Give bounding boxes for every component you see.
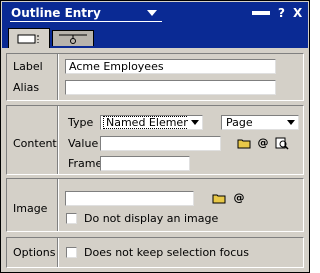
type-selected-value: Named Element [103, 116, 198, 129]
no-image-checkbox[interactable] [66, 213, 77, 224]
help-button[interactable]: ? [278, 6, 285, 20]
target-picker-button[interactable] [274, 135, 290, 151]
titlebar[interactable]: Outline Entry ? X [2, 2, 308, 24]
title-underline [10, 21, 162, 22]
panel-divider-highlight [58, 238, 59, 267]
subtype-selected-value: Page [226, 116, 253, 129]
image-input[interactable] [65, 191, 194, 206]
tab-bar [2, 24, 308, 48]
target-picker-icon [275, 137, 289, 150]
chevron-down-icon[interactable] [284, 116, 298, 129]
value-input[interactable] [100, 136, 221, 151]
label-caption: Label [13, 60, 43, 73]
label-input[interactable]: Acme Employees [65, 59, 276, 74]
title-dropdown-icon[interactable] [147, 10, 157, 16]
close-button[interactable]: X [293, 6, 302, 20]
image-caption: Image [13, 202, 48, 215]
options-panel: Options Does not keep selection focus [6, 237, 304, 268]
tab-basics[interactable] [8, 28, 50, 48]
value-caption: Value [68, 137, 99, 150]
panel-divider-highlight [58, 54, 59, 100]
no-image-label: Do not display an image [84, 212, 219, 225]
type-select[interactable]: Named Element [100, 115, 203, 130]
folder-icon [237, 139, 251, 149]
options-caption: Options [13, 246, 56, 259]
subtype-select[interactable]: Page [221, 115, 299, 130]
browse-image-button[interactable] [211, 190, 227, 206]
keep-focus-label: Does not keep selection focus [84, 246, 249, 259]
image-panel: Image @ Do not display an image [6, 178, 304, 232]
image-at-button[interactable]: @ [231, 190, 247, 206]
panel-divider-highlight [58, 106, 59, 174]
dialog-title: Outline Entry [11, 6, 101, 20]
content-panel: Content Type Named Element Page Value @ … [6, 105, 304, 175]
outline-entry-dialog: Outline Entry ? X Label Acme Employees A… [0, 0, 310, 273]
browse-folder-button[interactable] [236, 135, 252, 151]
tab-advanced[interactable] [52, 30, 94, 46]
type-caption: Type [68, 116, 94, 129]
alias-input[interactable] [65, 80, 276, 95]
keep-focus-checkbox[interactable] [66, 247, 77, 258]
outline-entry-basics-icon [17, 34, 39, 44]
frame-caption: Frame [68, 157, 103, 170]
panel-divider-highlight [58, 179, 59, 231]
minimize-bar-icon[interactable] [252, 11, 270, 15]
content-caption: Content [13, 137, 57, 150]
pushpin-icon [59, 34, 87, 44]
chevron-down-icon[interactable] [188, 116, 202, 129]
frame-input[interactable] [100, 156, 190, 171]
alias-caption: Alias [13, 81, 40, 94]
at-button[interactable]: @ [255, 135, 271, 151]
folder-icon [212, 194, 226, 204]
basics-panel: Label Acme Employees Alias [6, 53, 304, 101]
